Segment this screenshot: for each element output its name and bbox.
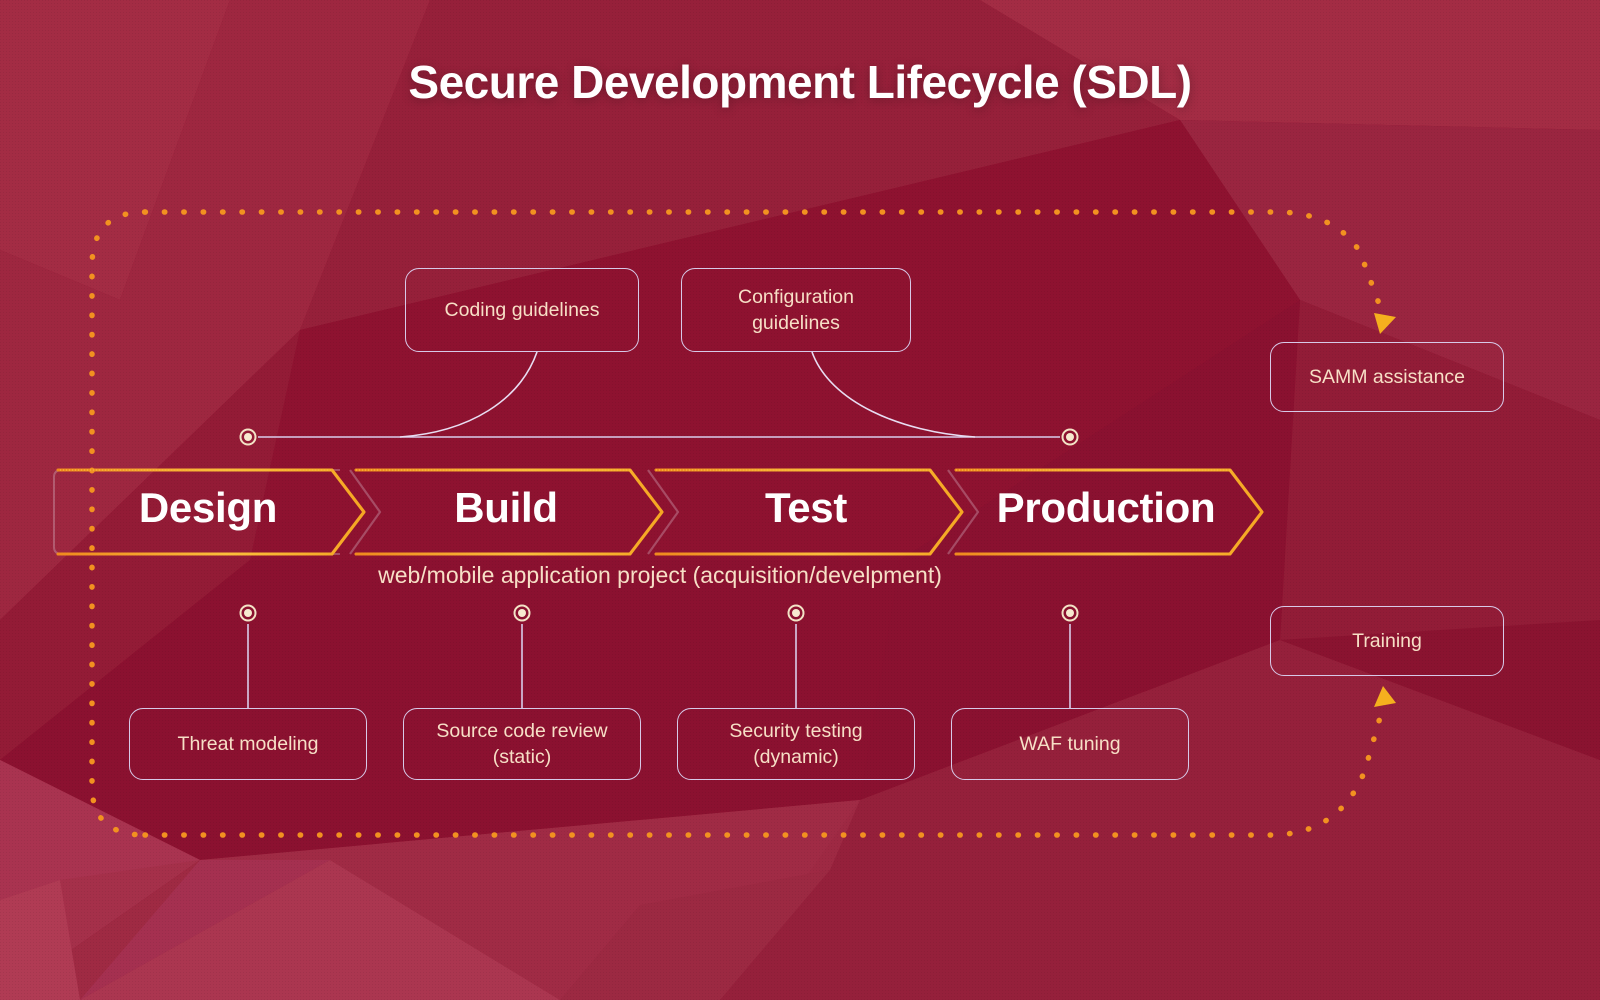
node-configuration-guidelines[interactable]: Configuration guidelines — [681, 268, 911, 352]
node-training[interactable]: Training — [1270, 606, 1504, 676]
node-coding-guidelines[interactable]: Coding guidelines — [405, 268, 639, 352]
node-waf-tuning[interactable]: WAF tuning — [951, 708, 1189, 780]
node-label: Threat modeling — [177, 732, 319, 755]
node-label: WAF tuning — [1019, 732, 1121, 755]
diagram-canvas: Secure Development Lifecycle (SDL) Desig… — [0, 0, 1600, 1000]
pipeline-caption: web/mobile application project (acquisit… — [378, 562, 942, 588]
node-label: Training — [1352, 629, 1422, 652]
node-label: Security testing (dynamic) — [729, 719, 863, 768]
page-title: Secure Development Lifecycle (SDL) — [408, 56, 1192, 108]
node-security-testing[interactable]: Security testing (dynamic) — [677, 708, 915, 780]
node-label: Configuration guidelines — [738, 285, 854, 334]
stage-label-design[interactable]: Design — [58, 484, 358, 532]
node-source-code-review[interactable]: Source code review (static) — [403, 708, 641, 780]
stage-label-production[interactable]: Production — [956, 484, 1256, 532]
node-threat-modeling[interactable]: Threat modeling — [129, 708, 367, 780]
node-label: SAMM assistance — [1308, 365, 1466, 388]
node-label: Source code review (static) — [436, 719, 608, 768]
stage-label-test[interactable]: Test — [656, 484, 956, 532]
stage-label-build[interactable]: Build — [356, 484, 656, 532]
node-label: Coding guidelines — [444, 298, 600, 321]
node-samm-assistance[interactable]: SAMM assistance — [1270, 342, 1504, 412]
